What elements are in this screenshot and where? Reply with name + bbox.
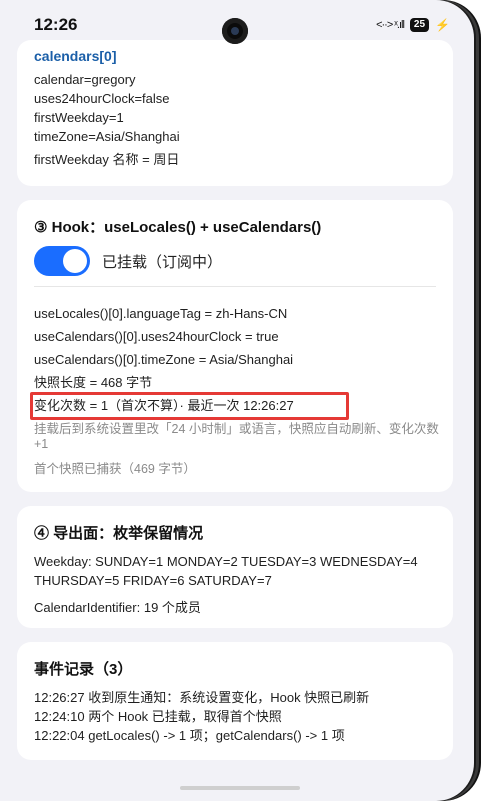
calendar-line: calendar=gregory: [34, 72, 136, 87]
export-card: ④ 导出面：枚举保留情况 Weekday: SUNDAY=1 MONDAY=2 …: [17, 506, 453, 628]
event-item: 12:26:27 收到原生通知：系统设置变化，Hook 快照已刷新: [34, 690, 370, 705]
hook-note: 挂载后到系统设置里改「24 小时制」或语言，快照应自动刷新、变化次数 +1: [34, 422, 439, 451]
calendars-title: calendars[0]: [34, 48, 117, 64]
events-title: 事件记录（3）: [34, 661, 133, 678]
charging-icon: ⚡: [435, 18, 450, 32]
events-card: 事件记录（3） 12:26:27 收到原生通知：系统设置变化，Hook 快照已刷…: [17, 642, 453, 760]
hook-toggle-switch[interactable]: [34, 246, 90, 276]
uses24hour-line: uses24hourClock=false: [34, 91, 170, 106]
first-weekday-name: firstWeekday 名称 = 周日: [34, 152, 180, 167]
change-count-highlight: [30, 392, 349, 420]
background-window-edge: [474, 0, 483, 801]
uses24hour-clock-line: useCalendars()[0].uses24hourClock = true: [34, 329, 279, 344]
weekday-enum: Weekday: SUNDAY=1 MONDAY=2 TUESDAY=3 WED…: [34, 554, 418, 588]
hook-toggle-label: 已挂载（订阅中）: [102, 253, 223, 271]
first-weekday-line: firstWeekday=1: [34, 110, 124, 125]
timezone-line: timeZone=Asia/Shanghai: [34, 129, 180, 144]
hook-timezone-line: useCalendars()[0].timeZone = Asia/Shangh…: [34, 352, 294, 367]
export-body: Weekday: SUNDAY=1 MONDAY=2 TUESDAY=3 WED…: [34, 552, 443, 617]
phone-screen: calendars[0] calendar=gregory uses24hour…: [0, 0, 474, 801]
calendar-identifier-line: CalendarIdentifier: 19 个成员: [34, 600, 201, 615]
first-snapshot-note: 首个快照已捕获（469 字节）: [34, 462, 196, 476]
snapshot-length-line: 快照长度 = 468 字节: [34, 375, 153, 390]
battery-icon: 25: [409, 18, 430, 32]
divider: [34, 286, 436, 287]
hook-card: ③ Hook：useLocales() + useCalendars() 已挂载…: [17, 200, 453, 492]
scroll-content[interactable]: calendars[0] calendar=gregory uses24hour…: [0, 0, 474, 801]
status-time: 12:26: [34, 15, 78, 34]
hook-title: ③ Hook：useLocales() + useCalendars(): [34, 219, 322, 236]
event-item: 12:24:10 两个 Hook 已挂载，取得首个快照: [34, 709, 282, 724]
status-icons: <··> ˣ.ıll 25 ⚡: [376, 18, 450, 32]
event-item: 12:22:04 getLocales() -> 1 项；getCalendar…: [34, 728, 345, 743]
home-indicator[interactable]: [180, 786, 300, 790]
export-title: ④ 导出面：枚举保留情况: [34, 525, 204, 542]
calendars-card: calendars[0] calendar=gregory uses24hour…: [17, 40, 453, 186]
front-camera-icon: [222, 18, 248, 44]
events-list: 12:26:27 收到原生通知：系统设置变化，Hook 快照已刷新 12:24:…: [34, 688, 443, 745]
language-tag-line: useLocales()[0].languageTag = zh-Hans-CN: [34, 306, 288, 321]
hook-toggle-row[interactable]: 已挂载（订阅中）: [34, 246, 222, 276]
signal-icon: <··> ˣ.ıll: [376, 19, 405, 31]
